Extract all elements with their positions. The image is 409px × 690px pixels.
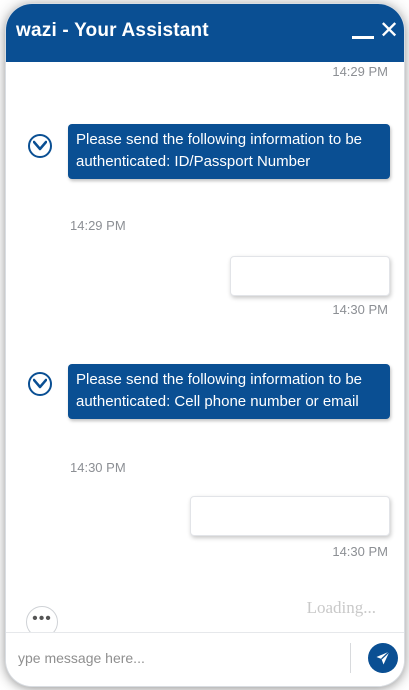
bot-avatar-icon (28, 372, 52, 396)
chat-window: wazi - Your Assistant ✕ 14:29 PM Please … (6, 4, 404, 686)
bot-avatar-icon (28, 134, 52, 158)
user-message-bubble (190, 496, 390, 536)
message-input[interactable] (18, 643, 338, 673)
composer-divider (350, 643, 351, 673)
loading-indicator: Loading... (306, 598, 376, 617)
chat-header: wazi - Your Assistant ✕ (6, 4, 404, 62)
message-composer (6, 632, 404, 686)
ellipsis-icon: ••• (32, 610, 52, 627)
send-icon (376, 651, 390, 665)
bot-message-text: Please send the following information to… (76, 131, 363, 170)
message-list[interactable]: 14:29 PM Please send the following infor… (6, 62, 404, 638)
message-timestamp: 14:30 PM (70, 460, 126, 475)
close-icon: ✕ (378, 17, 400, 44)
send-button[interactable] (368, 643, 398, 673)
message-timestamp: 14:30 PM (332, 544, 388, 559)
bot-message-bubble: Please send the following information to… (68, 364, 390, 419)
message-timestamp: 14:29 PM (70, 218, 126, 233)
bot-message-bubble: Please send the following information to… (68, 124, 390, 179)
chat-title: wazi - Your Assistant (16, 20, 209, 41)
message-timestamp: 14:30 PM (332, 302, 388, 317)
message-timestamp: 14:29 PM (332, 64, 388, 79)
minimize-button[interactable] (352, 36, 374, 39)
bot-message-text: Please send the following information to… (76, 371, 363, 410)
close-button[interactable]: ✕ (376, 16, 402, 46)
user-message-bubble (230, 256, 390, 296)
